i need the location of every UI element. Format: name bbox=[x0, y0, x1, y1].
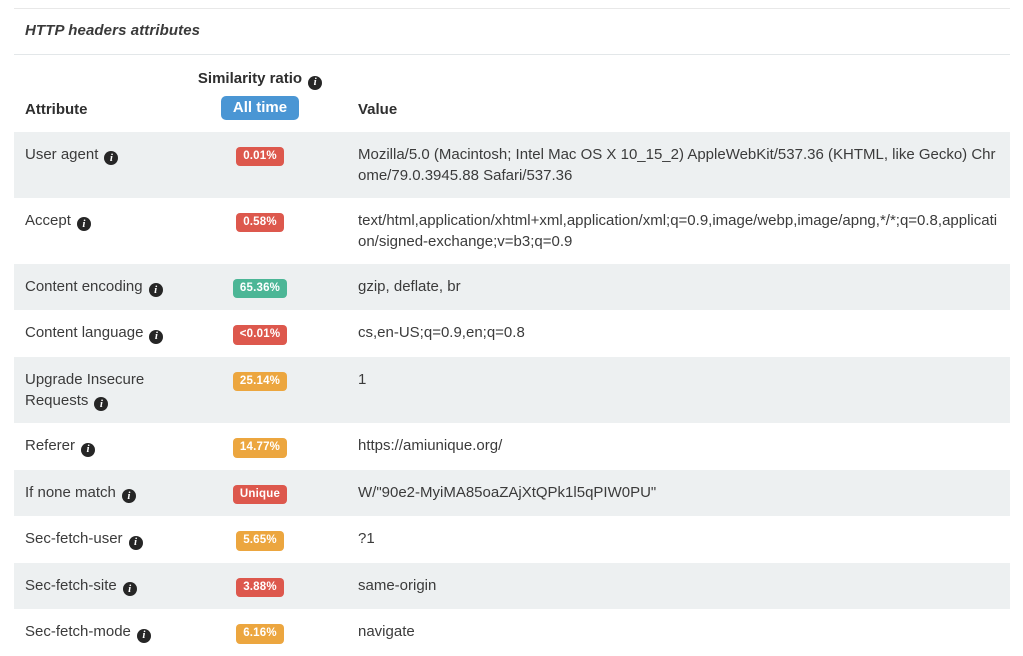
attribute-cell: Content language i bbox=[25, 322, 190, 345]
similarity-cell: Unique bbox=[190, 482, 330, 505]
info-icon[interactable]: i bbox=[81, 443, 95, 457]
info-icon[interactable]: i bbox=[137, 629, 151, 643]
attribute-label: Content encoding bbox=[25, 278, 143, 295]
similarity-cell: 5.65% bbox=[190, 528, 330, 551]
value-cell: cs,en-US;q=0.9,en;q=0.8 bbox=[330, 322, 999, 345]
attribute-label: User agent bbox=[25, 146, 98, 163]
info-icon[interactable]: i bbox=[77, 217, 91, 231]
panel-header: HTTP headers attributes bbox=[14, 9, 1010, 55]
similarity-badge: <0.01% bbox=[233, 325, 288, 345]
similarity-badge: 25.14% bbox=[233, 372, 287, 392]
table-body: User agent i 0.01% Mozilla/5.0 (Macintosh… bbox=[14, 132, 1010, 656]
attribute-label: Referer bbox=[25, 437, 75, 454]
attribute-cell: If none match i bbox=[25, 482, 190, 505]
info-icon[interactable]: i bbox=[104, 151, 118, 165]
attribute-label: If none match bbox=[25, 484, 116, 501]
similarity-cell: 0.01% bbox=[190, 144, 330, 186]
info-icon[interactable]: i bbox=[94, 397, 108, 411]
similarity-badge: 5.65% bbox=[236, 531, 284, 551]
table-row: Sec-fetch-site i 3.88% same-origin bbox=[14, 563, 1010, 610]
http-headers-panel: HTTP headers attributes Attribute Simila… bbox=[14, 8, 1010, 656]
value-cell: gzip, deflate, br bbox=[330, 276, 999, 299]
value-cell: W/"90e2-MyiMA85oaZAjXtQPk1l5qPIW0PU" bbox=[330, 482, 999, 505]
value-cell: text/html,application/xhtml+xml,applicat… bbox=[330, 210, 999, 252]
table-row: Upgrade Insecure Requestsi 25.14% 1 bbox=[14, 357, 1010, 424]
attribute-cell: User agent i bbox=[25, 144, 190, 186]
column-header-similarity: Similarity ratio i All time bbox=[190, 69, 330, 120]
similarity-cell: 6.16% bbox=[190, 621, 330, 644]
attribute-cell: Content encoding i bbox=[25, 276, 190, 299]
similarity-badge: 6.16% bbox=[236, 624, 284, 644]
table-row: Content encoding i 65.36% gzip, deflate, … bbox=[14, 264, 1010, 311]
info-icon[interactable]: i bbox=[123, 582, 137, 596]
table-header: Attribute Similarity ratio i All time Val… bbox=[14, 55, 1010, 132]
attribute-label: Sec-fetch-mode bbox=[25, 623, 131, 640]
attribute-label: Content language bbox=[25, 324, 143, 341]
value-cell: navigate bbox=[330, 621, 999, 644]
table-row: Content language i <0.01% cs,en-US;q=0.9,… bbox=[14, 310, 1010, 357]
attribute-label: Sec-fetch-user bbox=[25, 530, 123, 547]
similarity-cell: <0.01% bbox=[190, 322, 330, 345]
time-filter-badge[interactable]: All time bbox=[221, 96, 299, 120]
similarity-ratio-label: Similarity ratio bbox=[198, 70, 302, 87]
similarity-badge: 14.77% bbox=[233, 438, 287, 458]
similarity-cell: 14.77% bbox=[190, 435, 330, 458]
attribute-label: Sec-fetch-site bbox=[25, 577, 117, 594]
value-cell: same-origin bbox=[330, 575, 999, 598]
similarity-cell: 3.88% bbox=[190, 575, 330, 598]
info-icon[interactable]: i bbox=[308, 76, 322, 90]
similarity-badge: 3.88% bbox=[236, 578, 284, 598]
info-icon[interactable]: i bbox=[149, 283, 163, 297]
value-cell: 1 bbox=[330, 369, 999, 412]
similarity-cell: 0.58% bbox=[190, 210, 330, 252]
similarity-badge: 0.01% bbox=[236, 147, 284, 167]
attribute-cell: Referer i bbox=[25, 435, 190, 458]
table-row: User agent i 0.01% Mozilla/5.0 (Macintosh… bbox=[14, 132, 1010, 198]
info-icon[interactable]: i bbox=[129, 536, 143, 550]
attribute-cell: Sec-fetch-user i bbox=[25, 528, 190, 551]
similarity-badge: 0.58% bbox=[236, 213, 284, 233]
info-icon[interactable]: i bbox=[149, 330, 163, 344]
column-header-value: Value bbox=[330, 100, 999, 120]
table-row: If none match i Unique W/"90e2-MyiMA85oaZ… bbox=[14, 470, 1010, 517]
similarity-cell: 25.14% bbox=[190, 369, 330, 412]
table-row: Sec-fetch-user i 5.65% ?1 bbox=[14, 516, 1010, 563]
panel-title: HTTP headers attributes bbox=[25, 21, 999, 41]
attribute-label: Upgrade Insecure Requests bbox=[25, 371, 144, 409]
table-row: Sec-fetch-mode i 6.16% navigate bbox=[14, 609, 1010, 656]
column-header-attribute: Attribute bbox=[25, 100, 190, 120]
attribute-label: Accept bbox=[25, 212, 71, 229]
similarity-badge: 65.36% bbox=[233, 279, 287, 299]
attribute-cell: Sec-fetch-site i bbox=[25, 575, 190, 598]
table-row: Referer i 14.77% https://amiunique.org/ bbox=[14, 423, 1010, 470]
value-cell: https://amiunique.org/ bbox=[330, 435, 999, 458]
attribute-cell: Upgrade Insecure Requestsi bbox=[25, 369, 190, 412]
similarity-badge: Unique bbox=[233, 485, 287, 505]
attribute-cell: Sec-fetch-mode i bbox=[25, 621, 190, 644]
table-row: Accepti 0.58% text/html,application/xhtm… bbox=[14, 198, 1010, 264]
value-cell: Mozilla/5.0 (Macintosh; Intel Mac OS X 1… bbox=[330, 144, 999, 186]
http-headers-table: Attribute Similarity ratio i All time Val… bbox=[14, 55, 1010, 656]
attribute-cell: Accepti bbox=[25, 210, 190, 252]
similarity-cell: 65.36% bbox=[190, 276, 330, 299]
value-cell: ?1 bbox=[330, 528, 999, 551]
info-icon[interactable]: i bbox=[122, 489, 136, 503]
